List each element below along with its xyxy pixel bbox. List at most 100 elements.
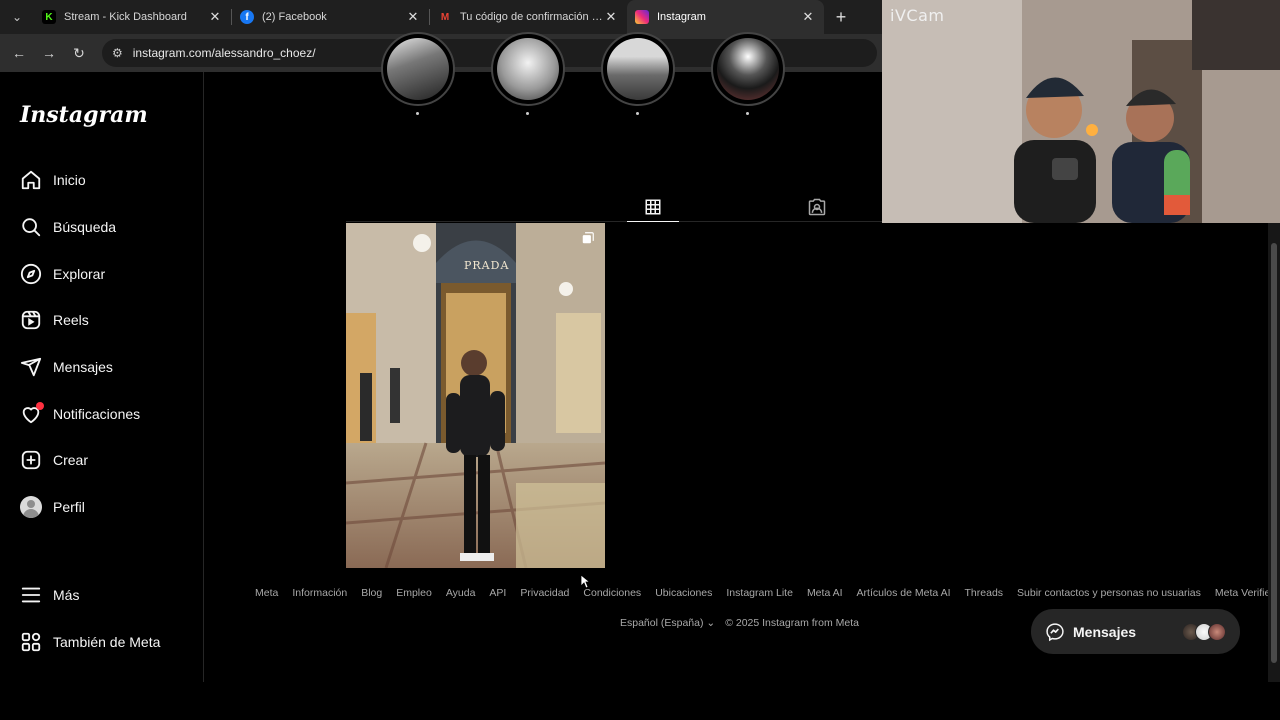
tab-title: Instagram — [657, 11, 706, 23]
tab-search-dropdown[interactable]: ⌄ — [0, 0, 34, 34]
page-scrollbar[interactable] — [1268, 223, 1280, 682]
sidebar-item-label: También de Meta — [53, 634, 161, 650]
tab-title: Tu código de confirmación es F — [460, 11, 603, 23]
plus-square-icon — [21, 450, 41, 470]
language-label: Español (España) — [620, 617, 704, 629]
tab-title: (2) Facebook — [262, 11, 327, 23]
tab-kick[interactable]: K Stream - Kick Dashboard ✕ — [34, 0, 231, 34]
messenger-icon — [1046, 622, 1064, 641]
sidebar-item-notificaciones[interactable]: Notificaciones — [20, 400, 140, 428]
kick-icon: K — [42, 10, 56, 24]
highlight-thumbnail — [381, 32, 455, 106]
footer-link[interactable]: Threads — [965, 587, 1004, 599]
new-tab-button[interactable]: + — [824, 7, 858, 28]
footer-link[interactable]: Instagram Lite — [726, 587, 793, 599]
close-icon[interactable]: ✕ — [405, 9, 421, 25]
sidebar-item-inicio[interactable]: Inicio — [20, 166, 86, 194]
reload-icon[interactable]: ↻ — [64, 45, 94, 62]
avatar — [1208, 622, 1226, 641]
webcam-label: iVCam — [890, 6, 945, 25]
sidebar-item-busqueda[interactable]: Búsqueda — [20, 213, 116, 241]
url-text: instagram.com/alessandro_choez/ — [132, 46, 316, 60]
highlight-thumbnail — [601, 32, 675, 106]
messages-label: Mensajes — [1073, 623, 1137, 640]
browser-tab-bar: ⌄ K Stream - Kick Dashboard ✕ f (2) Face… — [0, 0, 882, 34]
sidebar-item-explorar[interactable]: Explorar — [20, 260, 105, 288]
send-icon — [20, 357, 42, 377]
sidebar-item-label: Perfil — [53, 499, 85, 515]
gmail-icon: M — [440, 11, 450, 23]
sidebar-item-label: Explorar — [53, 266, 106, 282]
sidebar-item-label: Crear — [53, 452, 89, 468]
story-highlight[interactable] — [381, 32, 455, 116]
site-settings-icon[interactable]: ⚙ — [112, 46, 123, 60]
footer-link[interactable]: Artículos de Meta AI — [857, 587, 951, 599]
sidebar-item-label: Mensajes — [53, 359, 113, 375]
copyright: © 2025 Instagram from Meta — [725, 617, 859, 629]
sidebar-item-mensajes[interactable]: Mensajes — [20, 353, 113, 381]
meta-apps-icon — [21, 632, 41, 652]
sidebar-item-reels[interactable]: Reels — [20, 306, 89, 334]
carousel-icon — [582, 232, 594, 244]
sidebar-item-label: Notificaciones — [53, 406, 141, 422]
tab-facebook[interactable]: f (2) Facebook ✕ — [232, 0, 429, 34]
footer-link[interactable]: Blog — [361, 587, 382, 599]
highlight-thumbnail — [491, 32, 565, 106]
reels-icon — [21, 310, 41, 330]
footer-link[interactable]: Meta Verified — [1215, 587, 1276, 599]
footer-link[interactable]: Subir contactos y personas no usuarias — [1017, 587, 1201, 599]
tab-tagged[interactable] — [791, 192, 843, 222]
instagram-icon — [635, 10, 649, 24]
footer-link[interactable]: Condiciones — [583, 587, 641, 599]
highlight-label — [636, 112, 639, 115]
footer-link[interactable]: API — [489, 587, 506, 599]
sidebar-item-mas[interactable]: Más — [20, 581, 79, 609]
tab-gmail[interactable]: M Tu código de confirmación es F ✕ — [430, 0, 627, 34]
instagram-logo[interactable]: Instagram — [20, 102, 148, 128]
sidebar-item-label: Búsqueda — [53, 219, 117, 235]
grid-icon — [645, 199, 661, 214]
highlight-label — [526, 112, 529, 115]
mouse-cursor-icon — [580, 574, 590, 589]
story-highlight[interactable] — [491, 32, 565, 116]
heart-icon — [20, 402, 44, 425]
close-icon[interactable]: ✕ — [603, 9, 619, 25]
footer-link[interactable]: Ubicaciones — [655, 587, 712, 599]
post-thumbnail[interactable]: PRADA — [346, 223, 605, 568]
tab-posts[interactable] — [627, 192, 679, 222]
avatar-icon — [20, 496, 42, 518]
messages-pill[interactable]: Mensajes — [1031, 609, 1240, 654]
webcam-feed — [882, 0, 1280, 223]
footer-link[interactable]: Meta AI — [807, 587, 843, 599]
sidebar-item-crear[interactable]: Crear — [20, 446, 88, 474]
home-icon — [21, 170, 41, 190]
language-selector[interactable]: Español (España) ⌄ — [620, 617, 715, 629]
back-icon[interactable]: ← — [4, 45, 34, 61]
footer-link[interactable]: Información — [292, 587, 347, 599]
footer-link[interactable]: Meta — [255, 587, 278, 599]
compass-icon — [20, 263, 42, 285]
post-sign-text: PRADA — [464, 259, 509, 272]
tab-instagram[interactable]: Instagram ✕ — [627, 0, 824, 34]
close-icon[interactable]: ✕ — [800, 9, 816, 25]
sidebar-item-perfil[interactable]: Perfil — [20, 493, 85, 521]
search-icon — [22, 218, 41, 237]
story-highlight[interactable] — [601, 32, 675, 116]
post-image: PRADA — [346, 223, 605, 568]
highlight-thumbnail — [711, 32, 785, 106]
facebook-icon: f — [240, 10, 254, 24]
highlight-label — [416, 112, 419, 115]
sidebar-item-label: Reels — [53, 312, 89, 328]
forward-icon[interactable]: → — [34, 45, 64, 61]
footer-link[interactable]: Privacidad — [520, 587, 569, 599]
highlight-label — [746, 112, 749, 115]
scrollbar-thumb[interactable] — [1271, 243, 1277, 663]
sidebar-item-label: Inicio — [53, 172, 86, 188]
story-highlight[interactable] — [711, 32, 785, 116]
footer-link[interactable]: Empleo — [396, 587, 432, 599]
close-icon[interactable]: ✕ — [207, 9, 223, 25]
menu-icon — [21, 587, 41, 603]
sidebar-item-label: Más — [53, 587, 80, 603]
footer-link[interactable]: Ayuda — [446, 587, 476, 599]
sidebar-item-tambien-de-meta[interactable]: También de Meta — [20, 628, 160, 656]
